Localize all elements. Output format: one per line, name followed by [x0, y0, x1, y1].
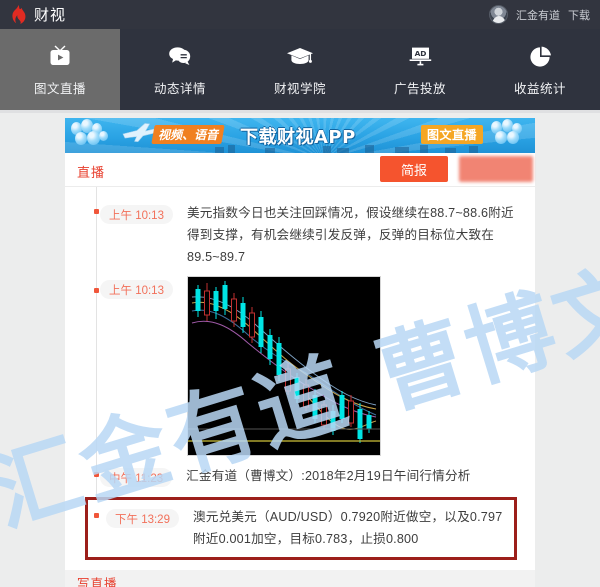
secondary-action-button[interactable] — [459, 156, 533, 182]
download-link[interactable]: 下载 — [568, 7, 590, 23]
post-timestamp: 上午 10:13 — [100, 280, 173, 299]
brand-name: 财视 — [34, 6, 67, 24]
timeline-dot-icon — [93, 288, 99, 293]
svg-text:AD: AD — [415, 49, 427, 58]
tab-label: 图文直播 — [33, 81, 86, 96]
tv-play-icon — [46, 43, 74, 71]
app-root: 财视 汇金有道 下载 图文直播 动态详情 财视学院 AD 广告投放 收益统计 视… — [0, 0, 600, 587]
tab-label: 财视学院 — [273, 81, 326, 96]
scroll-strip[interactable] — [592, 226, 600, 587]
post-timestamp: 中午 11:23 — [100, 468, 173, 487]
timeline-dot-icon — [93, 209, 99, 214]
avatar[interactable] — [489, 5, 508, 24]
timeline-post: 中午 11:23 汇金有道（曹博文）:2018年2月19日午间行情分析 — [65, 458, 535, 493]
banner-skyline — [65, 144, 535, 153]
post-timestamp: 上午 10:13 — [100, 205, 173, 224]
banner-tag-left: 视频、语音 — [151, 125, 225, 144]
graduation-cap-icon — [285, 43, 315, 71]
tab-dongtai-xiangqing[interactable]: 动态详情 — [120, 29, 240, 110]
page-body: 视频、语音 下载财视APP 图文直播 直播 简报 上午 10:13 美元指数今日… — [0, 113, 600, 587]
top-bar: 财视 汇金有道 下载 — [0, 0, 600, 29]
ad-billboard-icon: AD — [406, 43, 434, 71]
chat-bubble-icon — [166, 43, 194, 71]
banner-tag-right: 图文直播 — [420, 125, 483, 144]
timeline-post: 下午 13:29 澳元兑美元（AUD/USD）0.7920附近做空，以及0.79… — [88, 500, 514, 557]
timeline-post: 上午 10:13 — [65, 274, 535, 458]
content-sheet: 视频、语音 下载财视APP 图文直播 直播 简报 上午 10:13 美元指数今日… — [65, 118, 535, 587]
promo-banner[interactable]: 视频、语音 下载财视APP 图文直播 — [65, 118, 535, 153]
live-title: 直播 — [77, 165, 106, 180]
top-bar-right: 汇金有道 下载 — [489, 5, 590, 24]
user-name[interactable]: 汇金有道 — [516, 7, 560, 23]
timeline-post: 上午 10:13 美元指数今日也关注回踩情况，假设继续在88.7~88.6附近得… — [65, 195, 535, 274]
brand-logo[interactable]: 财视 — [10, 4, 66, 25]
highlighted-post: 下午 13:29 澳元兑美元（AUD/USD）0.7920附近做空，以及0.79… — [85, 497, 517, 560]
timeline-dot-icon — [93, 472, 99, 477]
tab-label: 收益统计 — [513, 81, 566, 96]
tab-label: 动态详情 — [153, 81, 206, 96]
compose-label: 写直播 — [77, 577, 118, 587]
post-timestamp: 下午 13:29 — [106, 509, 179, 528]
brief-button[interactable]: 简报 — [380, 156, 448, 182]
live-timeline: 上午 10:13 美元指数今日也关注回踩情况，假设继续在88.7~88.6附近得… — [65, 187, 535, 560]
live-header: 直播 简报 — [65, 153, 535, 187]
main-nav: 图文直播 动态详情 财视学院 AD 广告投放 收益统计 — [0, 29, 600, 110]
post-text: 美元指数今日也关注回踩情况，假设继续在88.7~88.6附近得到支撑，有机会继续… — [186, 206, 514, 264]
post-text: 澳元兑美元（AUD/USD）0.7920附近做空，以及0.797附近0.001加… — [192, 510, 503, 546]
pie-chart-icon — [527, 43, 553, 71]
compose-header: 写直播 — [65, 570, 535, 587]
timeline-dot-icon — [94, 513, 99, 518]
flame-icon — [10, 5, 27, 24]
post-text: 汇金有道（曹博文）:2018年2月19日午间行情分析 — [186, 469, 471, 483]
candlestick-chart-image[interactable] — [186, 276, 381, 456]
tab-label: 广告投放 — [393, 81, 446, 96]
tab-caishi-xueyuan[interactable]: 财视学院 — [240, 29, 360, 110]
tab-tuwen-zhibo[interactable]: 图文直播 — [0, 29, 120, 110]
tab-shouyi-tongji[interactable]: 收益统计 — [480, 29, 600, 110]
tab-guanggao-toufang[interactable]: AD 广告投放 — [360, 29, 480, 110]
